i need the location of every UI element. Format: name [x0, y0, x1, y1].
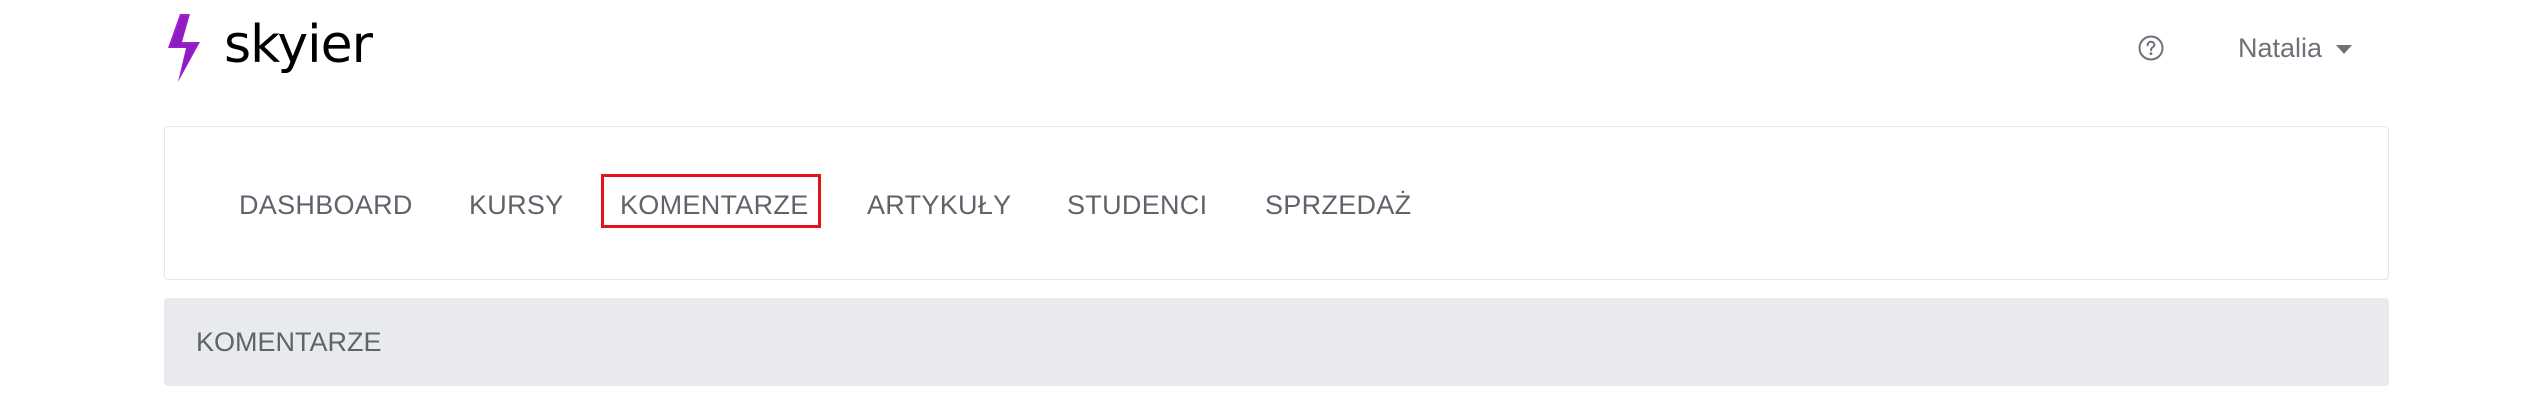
- nav-item-komentarze[interactable]: KOMENTARZE: [620, 189, 809, 221]
- top-bar: skyier Natalia: [0, 0, 2547, 110]
- nav-item-dashboard[interactable]: DASHBOARD: [239, 189, 413, 221]
- caret-down-icon: [2336, 44, 2353, 54]
- nav-item-studenci[interactable]: STUDENCI: [1067, 189, 1207, 221]
- user-name: Natalia: [2238, 32, 2323, 63]
- nav-item-kursy[interactable]: KURSY: [469, 189, 564, 221]
- question-circle-icon[interactable]: [2138, 35, 2164, 61]
- nav-item-sprzedaz[interactable]: SPRZEDAŻ: [1265, 189, 1411, 221]
- lightning-bolt-icon: [168, 14, 200, 82]
- main-nav: DASHBOARD KURSY KOMENTARZE ARTYKUŁY STUD…: [164, 126, 2389, 280]
- section-title: KOMENTARZE: [196, 327, 382, 357]
- nav-item-artykuly[interactable]: ARTYKUŁY: [867, 189, 1011, 221]
- user-menu[interactable]: Natalia: [2238, 30, 2353, 66]
- logo[interactable]: skyier: [160, 14, 373, 84]
- brand-name: skyier: [224, 15, 373, 75]
- section-header: KOMENTARZE: [164, 298, 2389, 386]
